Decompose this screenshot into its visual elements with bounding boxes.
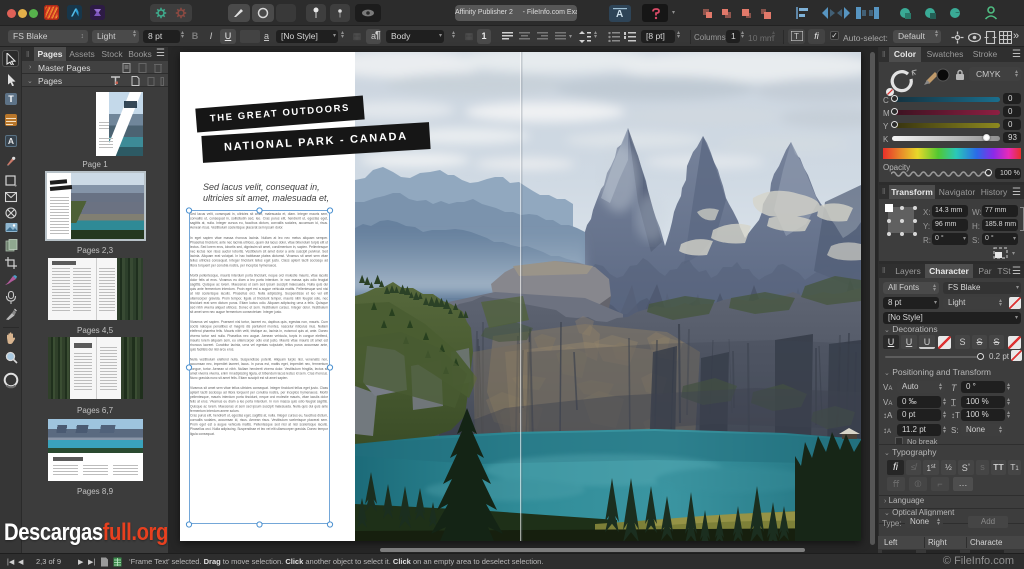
svg-text:A: A <box>616 9 623 19</box>
svg-text:T: T <box>794 32 799 41</box>
